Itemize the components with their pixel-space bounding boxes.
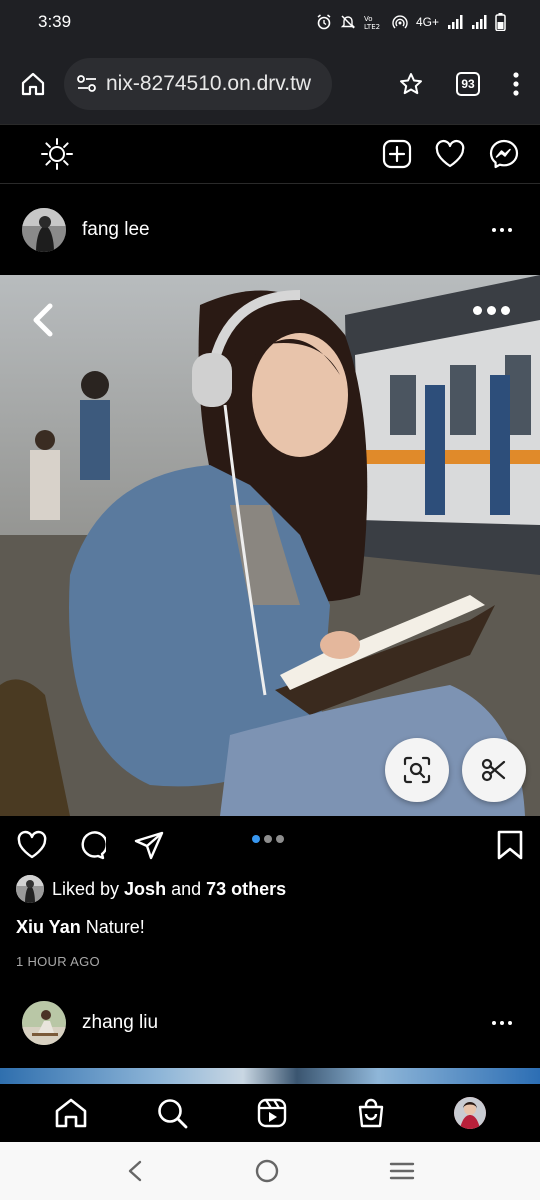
url-text: nix-8274510.on.drv.tw: [106, 72, 312, 95]
heart-icon[interactable]: [434, 139, 466, 169]
alarm-icon: [317, 14, 331, 30]
liked-by-mid: and: [166, 878, 207, 899]
brightness-icon[interactable]: [40, 137, 74, 171]
divider: [0, 183, 540, 184]
like-heart-icon[interactable]: [16, 830, 48, 860]
system-back-icon[interactable]: [125, 1159, 145, 1183]
comment-icon[interactable]: [76, 830, 106, 860]
browser-menu-icon[interactable]: [512, 71, 520, 97]
signal-icon: [448, 15, 463, 29]
post-username[interactable]: fang lee: [82, 219, 150, 241]
post-username[interactable]: zhang liu: [82, 1012, 158, 1034]
visual-search-button[interactable]: [385, 738, 449, 802]
tab-switcher-button[interactable]: 93: [456, 72, 480, 96]
profile-avatar[interactable]: [454, 1097, 486, 1129]
shop-icon[interactable]: [356, 1097, 386, 1129]
volte-icon: VoLTE2: [364, 15, 380, 30]
carousel-dot: [276, 835, 284, 843]
home-icon[interactable]: [54, 1097, 88, 1129]
post-actions: [0, 820, 540, 870]
post-image[interactable]: [0, 275, 540, 816]
system-recents-icon[interactable]: [389, 1160, 415, 1182]
cutout-button[interactable]: [462, 738, 526, 802]
browser-toolbar: nix-8274510.on.drv.tw 93: [0, 44, 540, 124]
messenger-icon[interactable]: [488, 138, 520, 170]
search-icon[interactable]: [156, 1097, 188, 1129]
status-bar: 3:39 Vo LTE2 4G+: [0, 0, 540, 44]
carousel-indicator: [252, 835, 284, 843]
post-timestamp: 1 HOUR AGO: [16, 954, 100, 969]
caption-text: Nature!: [80, 917, 145, 937]
status-time: 3:39: [38, 12, 72, 31]
back-arrow-icon[interactable]: [28, 300, 58, 340]
carousel-dot: [264, 835, 272, 843]
browser-actions: 93: [398, 71, 528, 97]
liked-by-prefix: Liked by: [52, 878, 125, 899]
avatar[interactable]: [22, 208, 66, 252]
post-header: zhang liu: [0, 978, 540, 1068]
image-more-options[interactable]: [473, 306, 510, 315]
browser-home-button[interactable]: [12, 63, 54, 105]
signal-icon-2: [472, 15, 487, 29]
site-settings-icon[interactable]: [76, 74, 98, 94]
post-photo: [0, 275, 540, 816]
share-send-icon[interactable]: [134, 830, 164, 860]
create-post-icon[interactable]: [382, 139, 412, 169]
post-more-options[interactable]: [492, 228, 518, 232]
home-icon: [21, 72, 45, 96]
svg-text:Vo: Vo: [364, 15, 373, 23]
post-caption: Xiu Yan Nature!: [16, 917, 145, 938]
save-bookmark-icon[interactable]: [496, 829, 524, 861]
bottom-navigation: [0, 1084, 540, 1142]
liked-by-others[interactable]: 73 others: [206, 879, 286, 900]
post-header: fang lee: [0, 185, 540, 275]
avatar[interactable]: [22, 1001, 66, 1045]
wifi-hotspot-icon: [392, 15, 408, 29]
liked-by-user[interactable]: Josh: [124, 879, 166, 900]
app-header: [0, 125, 540, 183]
next-post-image[interactable]: [0, 1068, 540, 1084]
network-type: 4G+: [415, 15, 439, 29]
reels-icon[interactable]: [256, 1097, 288, 1129]
caption-username[interactable]: Xiu Yan: [16, 917, 81, 937]
bookmark-star-icon[interactable]: [398, 71, 424, 97]
post-more-options[interactable]: [492, 1021, 518, 1025]
liker-avatar: [16, 875, 44, 903]
address-bar[interactable]: nix-8274510.on.drv.tw: [64, 58, 332, 110]
mute-icon: [340, 15, 356, 29]
likes-summary[interactable]: Liked by Josh and 73 others: [16, 875, 286, 903]
svg-text:LTE2: LTE2: [364, 23, 380, 30]
system-navigation-bar: [0, 1142, 540, 1200]
scissors-icon: [481, 758, 506, 782]
system-home-icon[interactable]: [254, 1158, 280, 1184]
battery-icon: [495, 13, 506, 31]
lens-search-icon: [403, 756, 431, 784]
status-icons: Vo LTE2 4G+: [316, 13, 506, 31]
carousel-dot-active: [252, 835, 260, 843]
